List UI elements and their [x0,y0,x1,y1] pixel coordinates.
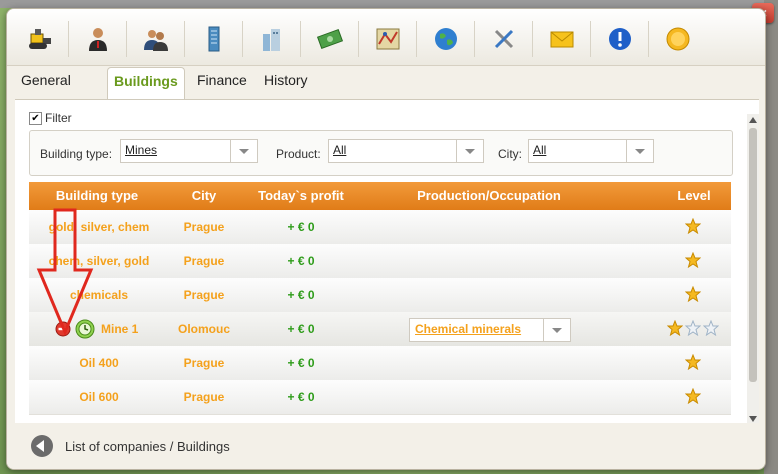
production-value: Chemical minerals [415,322,522,336]
building-type-select[interactable]: Mines [120,139,258,163]
column-profit[interactable]: Today`s profit [241,188,361,203]
table-row[interactable]: gold, silver, chem Prague + € 0 [29,210,731,245]
building-city: Prague [183,254,225,268]
toolbar [7,9,765,66]
star-filled-icon [685,354,701,370]
info-button[interactable] [591,19,649,59]
mail-icon [550,31,574,48]
buildings-button[interactable] [185,19,243,59]
messages-button[interactable] [533,19,591,59]
building-profit: + € 0 [287,254,315,268]
map-road [0,0,778,8]
building-profit: + € 0 [287,322,315,336]
building-profit: + € 0 [287,356,315,370]
product-label: Product: [276,147,321,161]
building-icon [208,26,220,52]
product-select[interactable]: All [328,139,484,163]
map-button[interactable] [359,19,417,59]
table-row[interactable]: chemicals Prague + € 0 [29,278,731,313]
scroll-down-icon[interactable] [749,416,757,422]
building-name[interactable]: Mine 1 [97,322,161,336]
building-city: Prague [183,288,225,302]
company-window: General Info Buildings Finance History ✔… [6,8,766,470]
product-value: All [333,143,347,157]
premium-button[interactable] [649,19,707,59]
buildings-panel: ✔ Filter Building type: Mines Product: A… [15,99,759,426]
chevron-down-icon [456,140,483,162]
star-filled-icon [685,218,701,234]
column-building-type[interactable]: Building type [37,188,157,203]
star-filled-icon [685,286,701,302]
tab-buildings[interactable]: Buildings [107,67,185,100]
back-arrow-icon[interactable] [31,435,53,457]
city-select[interactable]: All [528,139,654,163]
tools-icon [494,29,514,49]
finance-button[interactable] [301,19,359,59]
building-profit: + € 0 [287,220,315,234]
tab-history[interactable]: History [258,67,314,99]
bulldozer-button[interactable] [11,19,69,59]
star-filled-icon [667,320,683,336]
globe-icon [435,28,457,50]
production-select[interactable]: Chemical minerals [409,318,571,342]
building-city: Olomouc [177,322,230,336]
bulldozer-icon [29,29,51,49]
building-city: Prague [183,220,225,234]
vertical-scrollbar[interactable] [747,114,759,426]
star-filled-icon [685,252,701,268]
building-profit: + € 0 [287,288,315,302]
chevron-down-icon [230,140,257,162]
star-empty-icon[interactable] [685,320,701,336]
building-profit: + € 0 [287,390,315,404]
chevron-down-icon [543,319,570,341]
map-road [764,0,778,474]
building-name[interactable]: Oil 400 [37,356,161,370]
city-value: All [533,143,547,157]
coin-icon [666,27,690,51]
city-label: City: [498,147,522,161]
table-row[interactable]: Mine 1 Olomouc + € 0 Chemical minerals [29,312,731,347]
employees-button[interactable] [127,19,185,59]
manager-icon [89,28,107,51]
column-city[interactable]: City [169,188,239,203]
star-filled-icon [685,388,701,404]
building-name[interactable]: Oil 600 [37,390,161,404]
settings-button[interactable] [475,19,533,59]
tab-general-info[interactable]: General Info [15,67,77,114]
star-empty-icon[interactable] [703,320,719,336]
building-type-label: Building type: [40,147,113,161]
column-level[interactable]: Level [669,188,719,203]
table-row[interactable]: Oil 600 Prague + € 0 [29,380,731,415]
table-row[interactable]: chem, silver, gold Prague + € 0 [29,244,731,279]
manager-button[interactable] [69,19,127,59]
building-type-value: Mines [125,143,158,157]
breadcrumb[interactable]: List of companies / Buildings [65,439,230,454]
chevron-down-icon [626,140,653,162]
table-row[interactable]: Oil 400 Prague + € 0 [29,346,731,381]
world-button[interactable] [417,19,475,59]
building-city: Prague [183,390,225,404]
column-production[interactable]: Production/Occupation [409,188,569,203]
map-icon [376,28,400,50]
factory-icon [263,29,280,51]
annotation-arrow-icon [36,208,94,336]
info-icon [609,28,631,50]
people-icon [144,30,168,51]
filter-label: Filter [45,111,72,125]
footer: List of companies / Buildings [7,423,765,469]
money-icon [316,28,344,50]
filter-box: Building type: Mines Product: All City: … [29,130,733,176]
factory-button[interactable] [243,19,301,59]
filter-checkbox[interactable]: ✔ [29,112,42,125]
table-header: Building type City Today`s profit Produc… [29,182,731,210]
tab-finance[interactable]: Finance [191,67,253,99]
building-city: Prague [183,356,225,370]
scroll-up-icon[interactable] [749,117,757,123]
scroll-thumb[interactable] [749,128,757,382]
